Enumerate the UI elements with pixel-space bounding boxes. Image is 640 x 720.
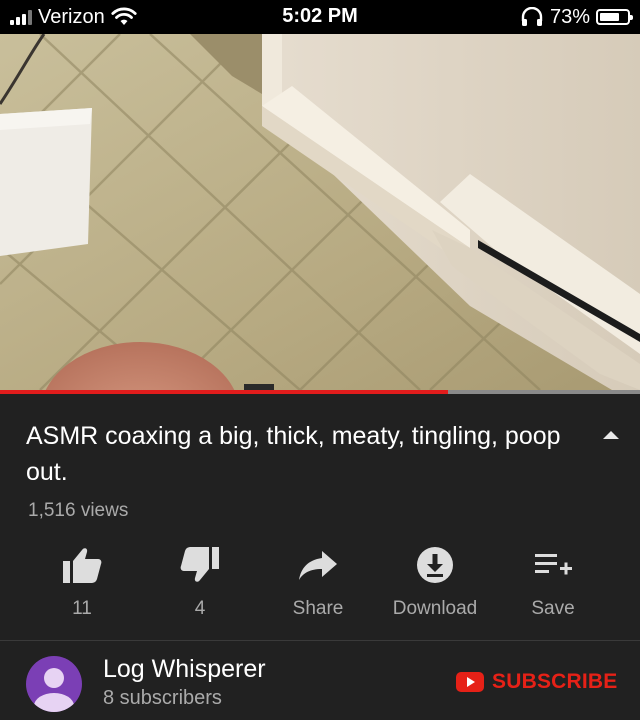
status-bar: Verizon 5:02 PM 73% [0,0,640,34]
thumbs-up-icon [27,540,137,590]
save-button[interactable]: Save [498,540,608,620]
battery-percent: 73% [549,5,590,28]
default-avatar-icon [34,668,74,712]
like-count: 11 [72,598,92,619]
download-icon [380,540,490,590]
playlist-add-icon [498,540,608,590]
battery-icon [596,9,633,25]
status-right: 73% [520,5,633,28]
dislike-button[interactable]: 4 [145,540,255,620]
save-label: Save [531,598,575,619]
title-row: ASMR coaxing a big, thick, meaty, tingli… [26,418,586,490]
share-button[interactable]: Share [263,540,373,620]
subscribe-label: SUBSCRIBE [492,670,618,693]
video-frame [0,34,640,390]
subscribe-button[interactable]: SUBSCRIBE [456,670,617,694]
video-player[interactable] [0,34,640,390]
like-button[interactable]: 11 [27,540,137,620]
divider [0,640,640,641]
battery-fill [600,13,619,21]
headphones-icon [521,7,543,26]
share-label: Share [292,598,344,619]
download-button[interactable]: Download [380,540,490,620]
battery-nub [630,15,633,20]
action-bar: 11 4 Share Download Save [0,540,640,630]
dislike-count: 4 [194,598,206,619]
avatar[interactable] [26,656,82,712]
share-icon [263,540,373,590]
progress-fill [0,390,448,394]
download-label: Download [392,598,478,619]
youtube-play-icon [456,672,484,692]
progress-bar[interactable] [0,390,640,394]
expand-up-icon[interactable] [600,428,622,442]
video-title: ASMR coaxing a big, thick, meaty, tingli… [26,422,561,486]
view-count: 1,516 views [28,500,129,521]
subscriber-count: 8 subscribers [103,687,222,709]
thumbs-down-icon [145,540,255,590]
channel-name[interactable]: Log Whisperer [103,655,266,684]
